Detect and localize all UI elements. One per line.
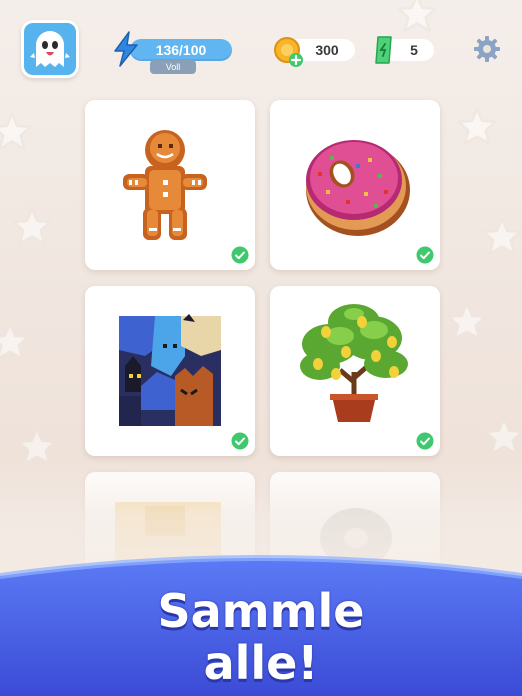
checkmark-icon [416,246,434,264]
star-decoration-icon [0,322,30,361]
coin-value: 300 [315,42,339,58]
checkmark-icon [231,246,249,264]
star-decoration-icon [0,112,32,151]
star-decoration-icon [457,107,497,146]
ghost-icon [24,23,76,75]
star-decoration-icon [484,417,522,456]
promo-banner: Sammle alle! [0,548,522,696]
energy-status-badge: Voll [150,60,196,74]
picture-card-donut[interactable] [270,100,440,270]
star-decoration-icon [12,207,52,246]
ticket-counter[interactable]: 5 [372,36,434,64]
star-decoration-icon [447,302,487,341]
banner-headline-line1: Sammle [157,584,365,638]
gingerbread-picture [123,130,207,240]
ticket-icon [375,36,392,64]
cats-picture [119,314,221,426]
coin-counter[interactable]: 300 [273,36,355,67]
ticket-value: 5 [410,42,418,58]
picture-card-cats[interactable] [85,286,255,456]
checkmark-icon [231,432,249,450]
avatar-button[interactable] [21,20,79,78]
checkmark-icon [416,432,434,450]
top-bar: 136/100 Voll 300 5 [0,0,522,95]
donut-picture [306,140,410,236]
energy-value: 136/100 [155,42,207,58]
gear-icon[interactable] [472,34,502,64]
picture-card-tree[interactable] [270,286,440,456]
banner-headline-line2: alle! [203,636,319,690]
picture-card-gingerbread[interactable] [85,100,255,270]
star-decoration-icon [482,217,522,256]
lemon-tree-picture [300,304,408,422]
